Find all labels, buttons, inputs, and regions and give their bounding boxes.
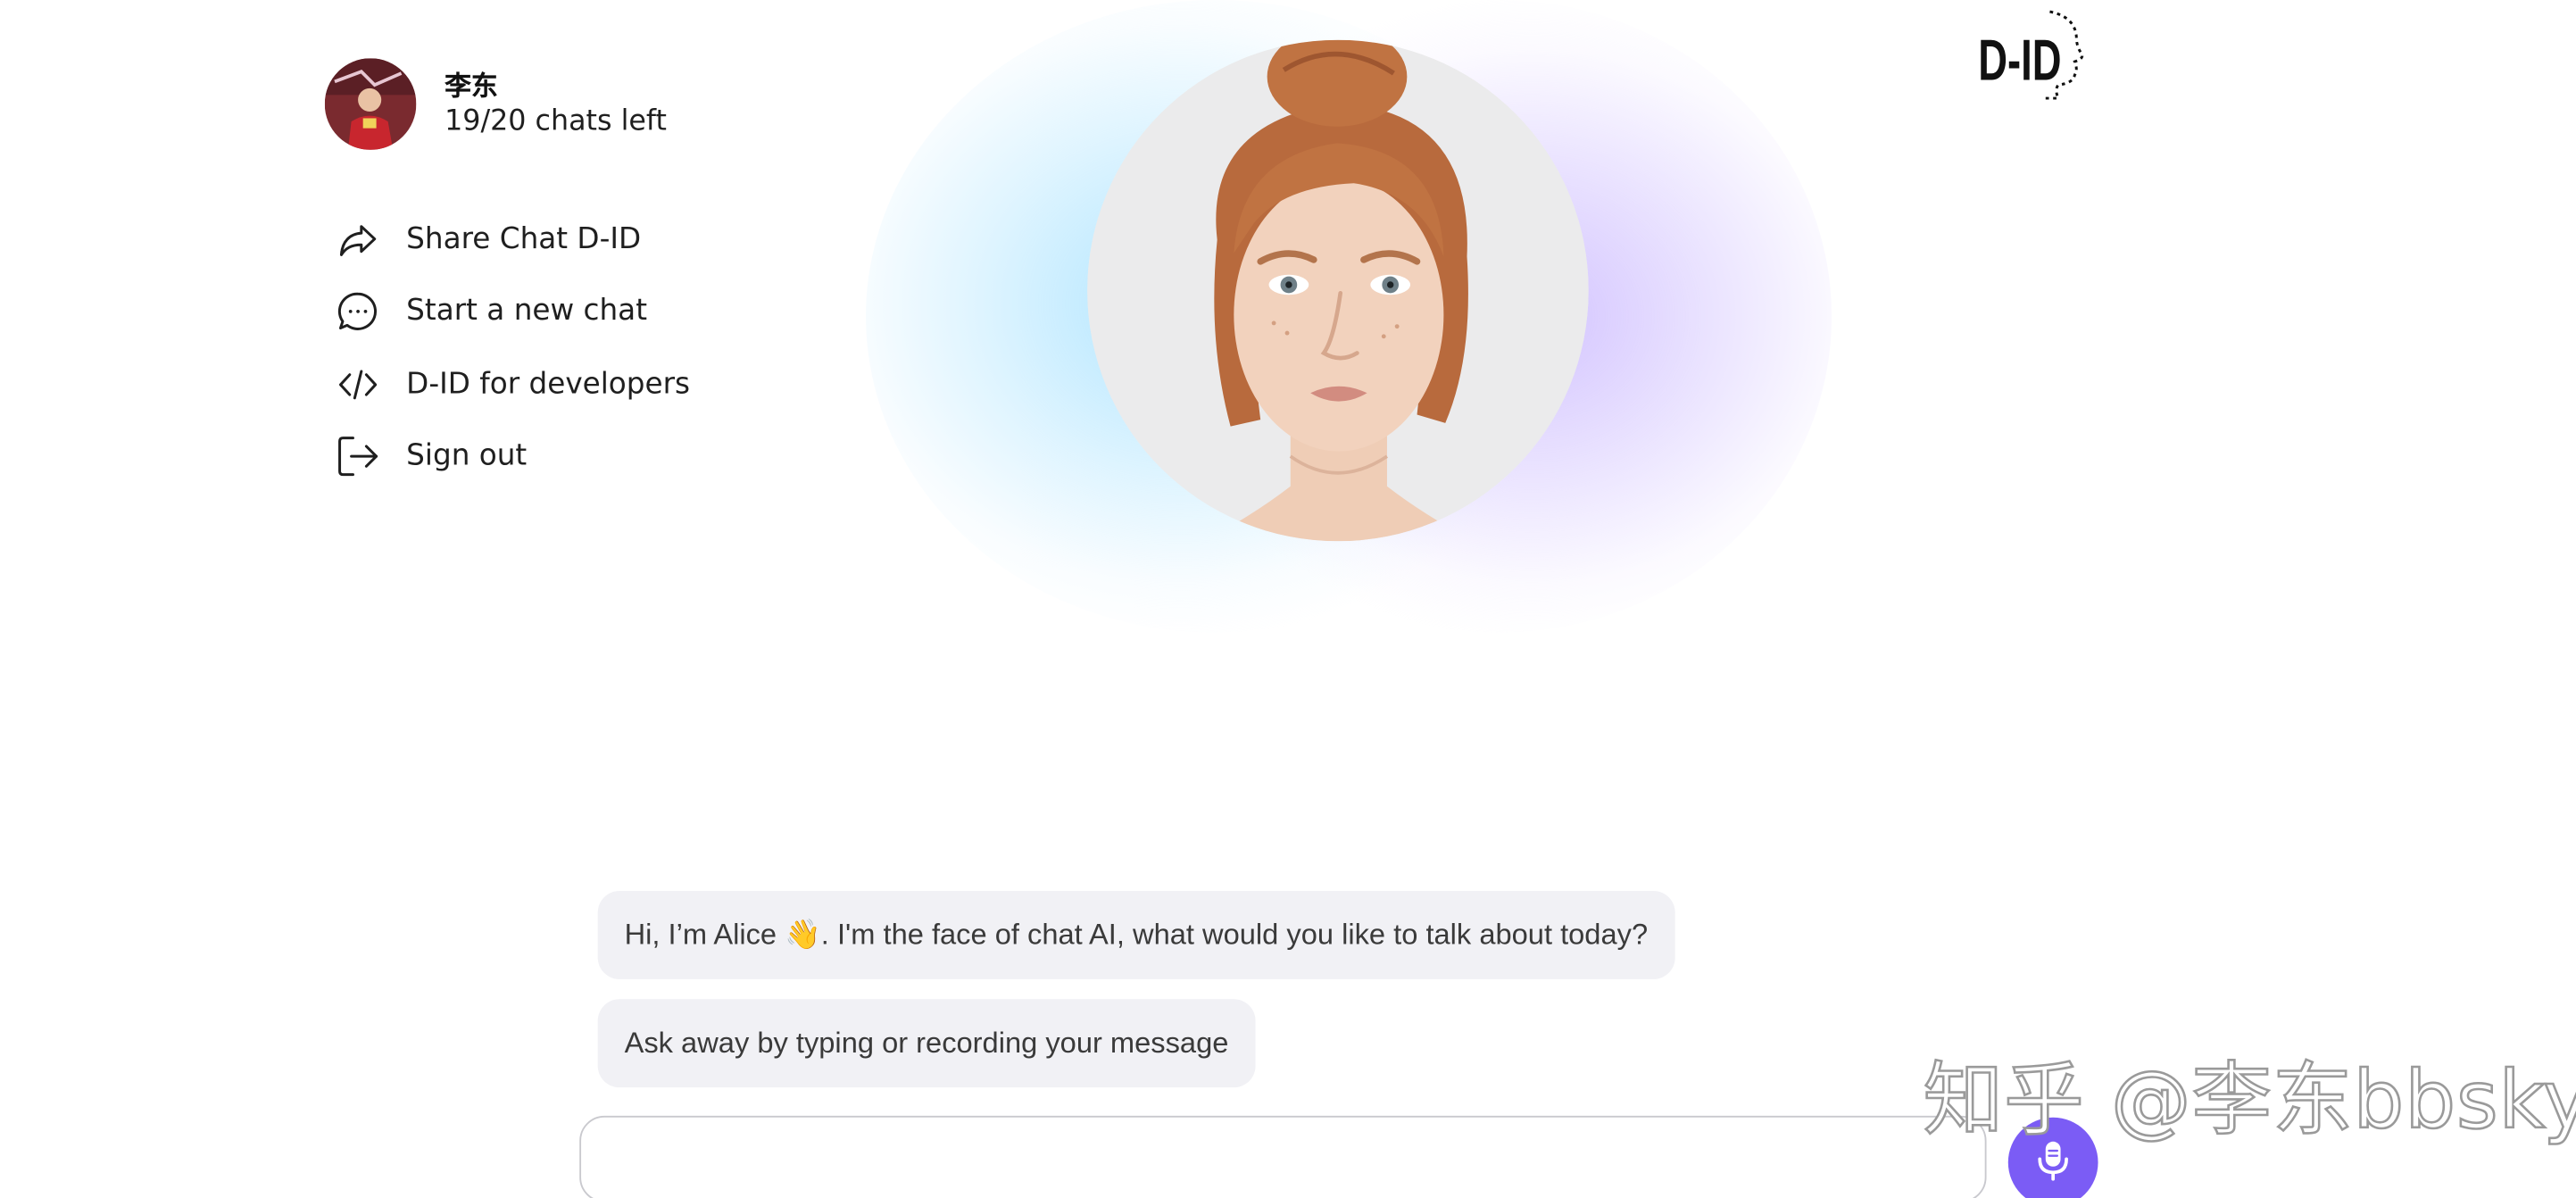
menu-item-developers[interactable]: D-ID for developers	[333, 348, 690, 420]
message-input[interactable]	[579, 1115, 1987, 1198]
user-name: 李东	[445, 69, 498, 101]
menu-item-new-chat[interactable]: Start a new chat	[333, 276, 690, 348]
logo-text: D-ID	[1978, 28, 2061, 93]
user-info: 李东 19/20 chats left	[445, 68, 667, 141]
code-icon	[333, 359, 383, 409]
assistant-message: Ask away by typing or recording your mes…	[597, 999, 1256, 1088]
menu-item-label: Start a new chat	[406, 295, 648, 329]
menu-item-label: Share Chat D-ID	[406, 222, 642, 256]
avatar-portrait	[1087, 39, 1589, 542]
chats-left-count: 19/20 chats left	[445, 104, 667, 137]
zhihu-watermark: 知乎 @李东bbsky	[1922, 1053, 2576, 1149]
sign-out-icon	[333, 432, 383, 482]
assistant-message: Hi, I’m Alice 👋. I'm the face of chat AI…	[597, 891, 1674, 979]
menu-item-share[interactable]: Share Chat D-ID	[333, 204, 690, 276]
d-id-logo: D-ID	[1974, 6, 2094, 103]
avatar[interactable]	[324, 58, 417, 150]
menu-item-sign-out[interactable]: Sign out	[333, 420, 690, 493]
side-menu: Share Chat D-ID Start a new chat D-ID fo…	[333, 204, 690, 494]
chat-bubble-icon	[333, 287, 383, 337]
app-stage: 李东 19/20 chats left Share Chat D-ID Star…	[0, 0, 2576, 1198]
avatar-portrait-icon	[1087, 39, 1589, 542]
share-icon	[333, 214, 383, 264]
menu-item-label: D-ID for developers	[406, 367, 691, 402]
menu-item-label: Sign out	[406, 439, 528, 474]
user-profile: 李东 19/20 chats left	[324, 58, 667, 150]
